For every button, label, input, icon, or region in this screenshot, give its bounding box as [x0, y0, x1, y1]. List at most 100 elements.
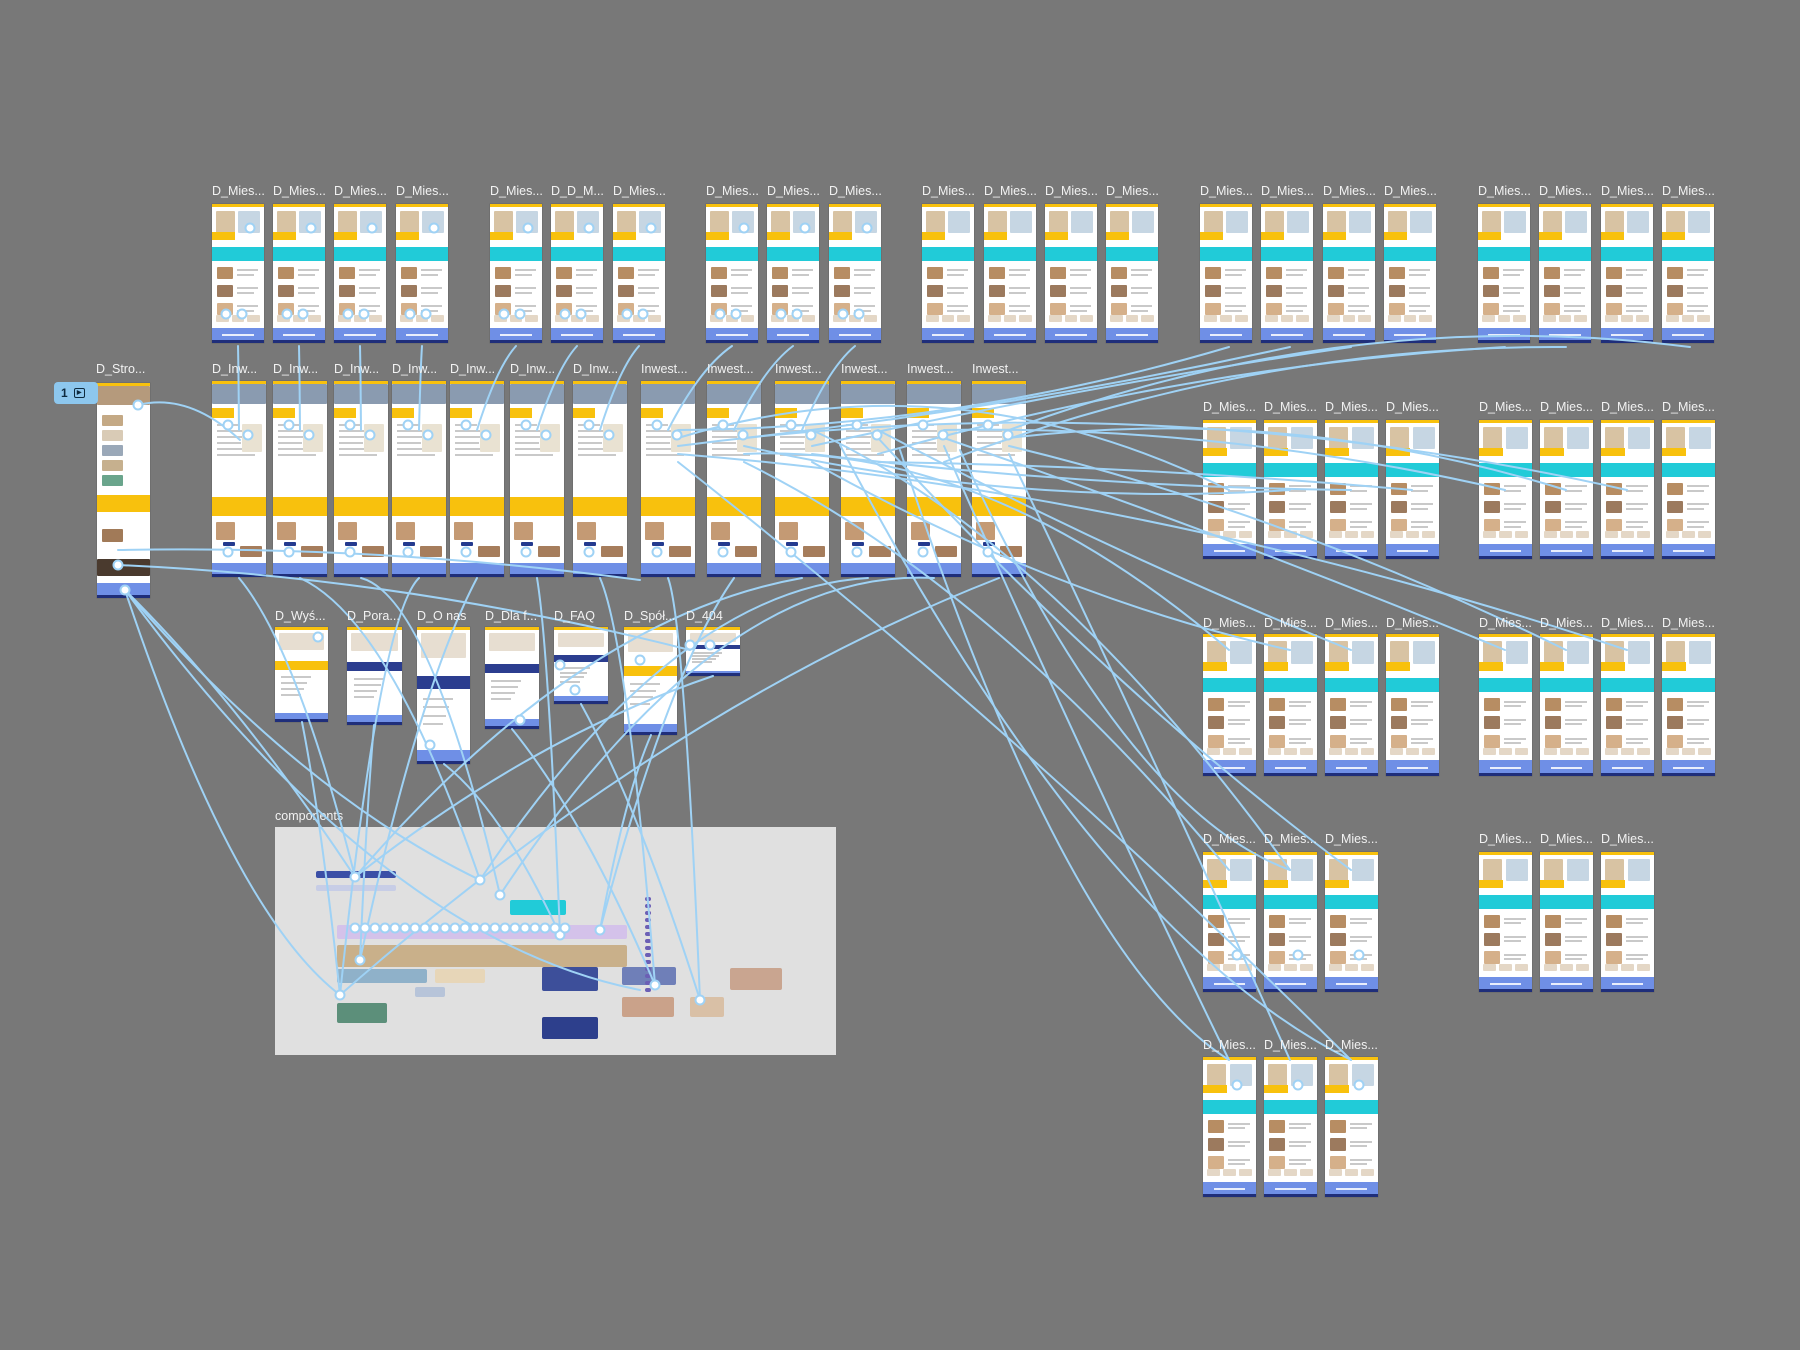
- frame-yellow-band: [1386, 662, 1410, 671]
- mieszkanie-frame[interactable]: [1539, 204, 1591, 343]
- mieszkanie-frame[interactable]: [273, 204, 325, 343]
- mieszkanie-frame[interactable]: [984, 204, 1036, 343]
- investment-frame[interactable]: [972, 381, 1026, 577]
- component-variant-dot[interactable]: [645, 925, 651, 929]
- investment-frame[interactable]: [334, 381, 388, 577]
- component-thumbnail[interactable]: [337, 1003, 387, 1023]
- component-variant-dot[interactable]: [645, 974, 651, 978]
- investment-frame[interactable]: [273, 381, 327, 577]
- mieszkanie-frame[interactable]: [1264, 1057, 1317, 1197]
- investment-frame[interactable]: [775, 381, 829, 577]
- component-variant-dot[interactable]: [645, 904, 651, 908]
- component-variant-dot[interactable]: [645, 988, 651, 992]
- component-thumbnail[interactable]: [337, 945, 627, 967]
- investment-frame[interactable]: [641, 381, 695, 577]
- mieszkanie-frame[interactable]: [922, 204, 974, 343]
- component-variant-dot[interactable]: [645, 960, 651, 964]
- mieszkanie-frame[interactable]: [551, 204, 603, 343]
- dla-firm-frame[interactable]: [485, 627, 539, 729]
- mieszkanie-frame[interactable]: [1264, 852, 1317, 992]
- mieszkanie-frame[interactable]: [490, 204, 542, 343]
- components-panel[interactable]: [275, 827, 836, 1055]
- mieszkanie-frame[interactable]: [1540, 634, 1593, 776]
- mieszkanie-frame[interactable]: [1540, 852, 1593, 992]
- component-variant-dot[interactable]: [645, 897, 651, 901]
- mieszkanie-frame[interactable]: [1045, 204, 1097, 343]
- component-thumbnail[interactable]: [316, 871, 396, 878]
- mieszkanie-frame[interactable]: [1325, 634, 1378, 776]
- mieszkanie-frame[interactable]: [1601, 204, 1653, 343]
- component-variant-dot[interactable]: [645, 918, 651, 922]
- mieszkanie-frame[interactable]: [1384, 204, 1436, 343]
- porady-frame[interactable]: [347, 627, 402, 725]
- component-thumbnail[interactable]: [316, 885, 396, 891]
- mieszkanie-frame[interactable]: [1264, 420, 1317, 559]
- component-variant-dot[interactable]: [645, 967, 651, 971]
- investment-frame[interactable]: [510, 381, 564, 577]
- 404-frame[interactable]: [686, 627, 740, 676]
- mieszkanie-frame[interactable]: [334, 204, 386, 343]
- component-variant-dot[interactable]: [645, 939, 651, 943]
- mieszkanie-frame[interactable]: [829, 204, 881, 343]
- mieszkanie-frame[interactable]: [1323, 204, 1375, 343]
- mieszkanie-frame[interactable]: [1203, 420, 1256, 559]
- mieszkanie-frame[interactable]: [767, 204, 819, 343]
- component-variant-dot[interactable]: [645, 932, 651, 936]
- mieszkanie-frame[interactable]: [613, 204, 665, 343]
- mieszkanie-frame[interactable]: [1203, 634, 1256, 776]
- component-thumbnail[interactable]: [622, 997, 674, 1017]
- mieszkanie-frame[interactable]: [1478, 204, 1530, 343]
- mieszkanie-frame[interactable]: [1200, 204, 1252, 343]
- investment-frame[interactable]: [573, 381, 627, 577]
- faq-frame[interactable]: [554, 627, 608, 704]
- mieszkanie-frame[interactable]: [1662, 634, 1715, 776]
- investment-frame[interactable]: [707, 381, 761, 577]
- mieszkanie-frame[interactable]: [1203, 852, 1256, 992]
- component-variant-dot[interactable]: [645, 981, 651, 985]
- flow-start-badge[interactable]: 1 ▶: [54, 382, 98, 404]
- component-thumbnail[interactable]: [435, 969, 485, 983]
- prototype-canvas[interactable]: [0, 0, 1800, 1350]
- mieszkanie-frame[interactable]: [1325, 852, 1378, 992]
- component-variant-dot[interactable]: [645, 946, 651, 950]
- investment-frame[interactable]: [212, 381, 266, 577]
- component-thumbnail[interactable]: [337, 925, 627, 939]
- component-variant-dot[interactable]: [645, 911, 651, 915]
- mieszkanie-frame[interactable]: [1261, 204, 1313, 343]
- investment-frame[interactable]: [450, 381, 504, 577]
- mieszkanie-frame[interactable]: [1264, 634, 1317, 776]
- component-thumbnail[interactable]: [690, 997, 724, 1017]
- investment-frame[interactable]: [841, 381, 895, 577]
- mieszkanie-frame[interactable]: [1106, 204, 1158, 343]
- component-thumbnail[interactable]: [542, 967, 598, 991]
- mieszkanie-frame[interactable]: [1325, 420, 1378, 559]
- o-nas-frame[interactable]: [417, 627, 470, 764]
- mieszkanie-frame[interactable]: [1662, 204, 1714, 343]
- mieszkanie-frame[interactable]: [1386, 634, 1439, 776]
- mieszkanie-frame[interactable]: [1479, 852, 1532, 992]
- mieszkanie-frame[interactable]: [1479, 420, 1532, 559]
- component-thumbnail[interactable]: [415, 987, 445, 997]
- mieszkanie-frame[interactable]: [1601, 634, 1654, 776]
- mieszkanie-frame[interactable]: [1479, 634, 1532, 776]
- mieszkanie-frame[interactable]: [706, 204, 758, 343]
- component-thumbnail[interactable]: [542, 1017, 598, 1039]
- mieszkanie-frame[interactable]: [1386, 420, 1439, 559]
- mieszkanie-frame[interactable]: [1203, 1057, 1256, 1197]
- component-variant-dot[interactable]: [645, 953, 651, 957]
- investment-frame[interactable]: [392, 381, 446, 577]
- mieszkanie-frame[interactable]: [1325, 1057, 1378, 1197]
- mieszkanie-frame[interactable]: [1662, 420, 1715, 559]
- component-thumbnail[interactable]: [510, 900, 566, 915]
- home-frame[interactable]: [97, 383, 150, 598]
- mieszkanie-frame[interactable]: [1601, 420, 1654, 559]
- mieszkanie-frame[interactable]: [1601, 852, 1654, 992]
- mieszkanie-frame[interactable]: [212, 204, 264, 343]
- mieszkanie-frame[interactable]: [1540, 420, 1593, 559]
- wyszukiwarka-frame[interactable]: [275, 627, 328, 722]
- component-thumbnail[interactable]: [337, 969, 427, 983]
- component-thumbnail[interactable]: [730, 968, 782, 990]
- mieszkanie-frame[interactable]: [396, 204, 448, 343]
- investment-frame[interactable]: [907, 381, 961, 577]
- spolka-frame[interactable]: [624, 627, 677, 735]
